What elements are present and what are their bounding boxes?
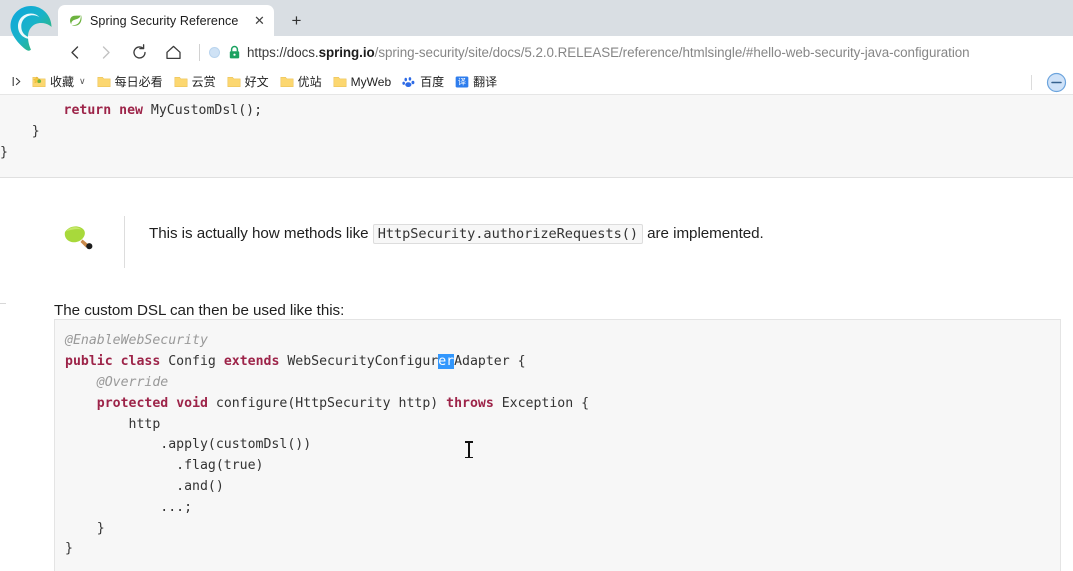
edge-logo [10, 6, 52, 51]
tip-admonition: This is actually how methods like HttpSe… [0, 216, 1073, 269]
bookmarks-bar: 收藏 ∨ 每日必看 云赏 好文 优站 MyWeb 百度 译 翻译 [0, 69, 1073, 95]
code-keyword: void [176, 395, 208, 411]
bookmark-label: 云赏 [191, 75, 216, 89]
back-arrow-icon [70, 46, 78, 59]
lock-glyph-icon [229, 45, 240, 59]
code-keyword: new [119, 103, 143, 118]
code-keyword: return [63, 103, 112, 118]
code-keyword: class [120, 354, 161, 370]
text-selection: er [438, 354, 455, 370]
page-content: return new MyCustomDsl(); } } This is ac… [0, 95, 1073, 571]
folder-icon [333, 76, 347, 87]
tip-text-before: This is actually how methods like [149, 225, 369, 243]
spring-leaf-icon [68, 13, 83, 28]
bookmarks-bar-right [1031, 69, 1067, 95]
address-bar[interactable]: https://docs.spring.io/spring-security/s… [209, 39, 1073, 67]
folder-icon [174, 76, 188, 87]
tip-text: This is actually how methods like HttpSe… [149, 216, 764, 245]
toolbar-divider [199, 44, 200, 61]
tip-divider [124, 216, 125, 269]
url-host: spring.io [318, 45, 375, 60]
paragraph-custom-dsl: The custom DSL can then be used like thi… [54, 302, 345, 320]
browser-window: Spring Security Reference ✕ + https://do… [0, 0, 1073, 571]
back-button[interactable] [60, 38, 90, 68]
svg-text:译: 译 [458, 76, 466, 86]
bookmark-item-sites[interactable]: 优站 [275, 72, 327, 92]
bookmarks-overflow-icon[interactable] [7, 75, 27, 88]
code-annotation: @Override [96, 374, 169, 390]
bookmark-item-cloud[interactable]: 云赏 [169, 72, 221, 92]
home-button[interactable] [158, 38, 188, 68]
reload-icon [132, 44, 146, 59]
browser-tab[interactable]: Spring Security Reference ✕ [58, 5, 275, 36]
code-keyword: public [65, 354, 113, 370]
forward-arrow-icon [102, 46, 110, 59]
bookmark-item-favorites[interactable]: 收藏 ∨ [27, 72, 91, 92]
bookmark-label: 翻译 [473, 75, 498, 89]
bookmark-item-daily[interactable]: 每日必看 [92, 72, 168, 92]
folder-icon [97, 76, 111, 87]
home-icon [165, 45, 181, 60]
reload-button[interactable] [124, 38, 154, 68]
chevron-down-icon[interactable]: ∨ [79, 76, 86, 87]
new-tab-button[interactable]: + [283, 7, 309, 33]
code-keyword: protected [96, 395, 169, 411]
bookmark-item-translate[interactable]: 译 翻译 [450, 72, 502, 92]
folder-icon [227, 76, 241, 87]
bookmark-label: 好文 [244, 75, 269, 89]
bookmark-item-articles[interactable]: 好文 [222, 72, 274, 92]
url-text: https://docs.spring.io/spring-security/s… [247, 45, 970, 60]
lock-icon[interactable] [228, 45, 241, 60]
tab-title: Spring Security Reference [90, 13, 239, 28]
site-info-icon[interactable] [209, 47, 220, 58]
star-folder-icon [32, 75, 46, 87]
url-path: /spring-security/site/docs/5.2.0.RELEASE… [374, 45, 970, 60]
tip-inline-code: HttpSecurity.authorizeRequests() [372, 224, 643, 245]
code-annotation: @EnableWebSecurity [65, 333, 208, 349]
bookmarks-right-divider [1031, 74, 1032, 90]
translate-icon: 译 [455, 76, 469, 87]
bookmark-item-myweb[interactable]: MyWeb [328, 72, 396, 92]
scroll-edge-artifact [0, 303, 6, 304]
bookmark-label: MyWeb [350, 74, 392, 89]
tab-strip: Spring Security Reference ✕ + [0, 0, 1073, 51]
bookmark-label: 优站 [297, 75, 322, 89]
bookmark-label: 百度 [420, 75, 445, 89]
folder-icon [280, 76, 294, 87]
collapse-circle-icon[interactable] [1046, 72, 1067, 93]
tip-leaf-pen-icon [64, 226, 93, 250]
bookmark-item-baidu[interactable]: 百度 [397, 72, 449, 92]
code-block-main[interactable]: @EnableWebSecurity public class Config e… [54, 319, 1061, 571]
tip-text-after: are implemented. [647, 225, 764, 243]
tip-icon-cell [62, 216, 124, 253]
baidu-paw-icon [402, 76, 415, 87]
code-keyword: extends [223, 354, 280, 370]
url-scheme: https://docs. [247, 45, 319, 60]
code-keyword: throws [446, 395, 494, 411]
forward-button[interactable] [90, 38, 120, 68]
bookmark-label: 每日必看 [114, 75, 163, 89]
chevron-overflow-icon [12, 77, 20, 86]
code-block-top: return new MyCustomDsl(); } } [0, 95, 1073, 179]
navigation-toolbar: https://docs.spring.io/spring-security/s… [0, 36, 1073, 69]
tab-close-icon[interactable]: ✕ [250, 12, 268, 30]
bookmark-label: 收藏 [50, 75, 75, 89]
